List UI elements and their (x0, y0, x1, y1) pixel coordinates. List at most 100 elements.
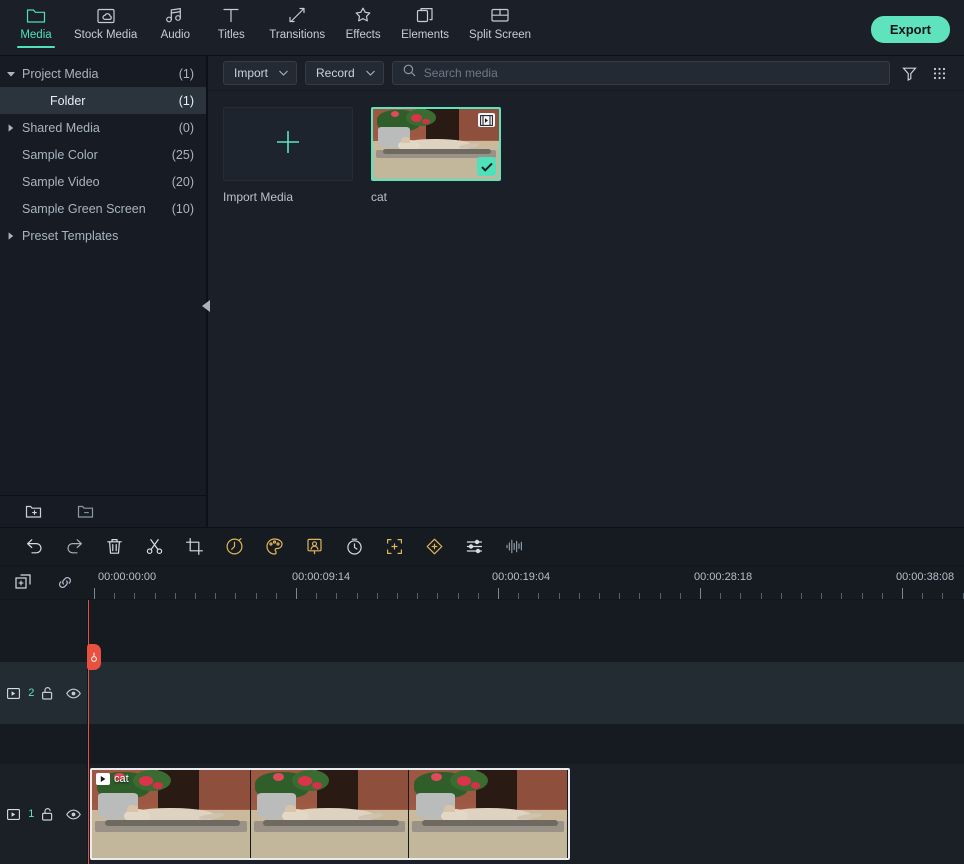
track-row-1: 1 (0, 764, 964, 864)
sidebar-item-sample-green-screen[interactable]: Sample Green Screen(10) (0, 195, 206, 222)
video-track-icon (0, 809, 26, 820)
nav-tab-label: Media (20, 28, 51, 42)
ruler-tick (478, 593, 479, 599)
unlock-icon[interactable] (34, 807, 60, 821)
nav-tab-media[interactable]: Media (8, 0, 64, 42)
record-dropdown[interactable]: Record (305, 61, 384, 85)
ruler-tick (377, 593, 378, 599)
media-thumbnail[interactable] (371, 107, 501, 181)
delete-trash-icon[interactable] (94, 528, 134, 566)
redo-icon[interactable] (54, 528, 94, 566)
split-screen-icon (490, 5, 510, 25)
track-header-2: 2 (0, 662, 88, 724)
chevron-down-icon[interactable] (0, 71, 22, 77)
green-screen-icon[interactable] (294, 528, 334, 566)
nav-tab-label: Transitions (269, 28, 325, 42)
search-container[interactable] (392, 61, 890, 85)
ruler-tick (296, 588, 297, 599)
export-button[interactable]: Export (871, 16, 950, 43)
ruler-tick (276, 593, 277, 599)
selected-check-icon[interactable] (477, 157, 496, 176)
add-track-icon[interactable] (12, 572, 34, 594)
nav-tab-label: Audio (161, 28, 190, 42)
search-input[interactable] (424, 66, 879, 80)
track-header-1: 1 (0, 764, 88, 864)
track-body-top[interactable] (88, 600, 964, 662)
chevron-down-icon (277, 70, 296, 76)
ruler-tick (821, 593, 822, 599)
timeline-ruler-row: 00:00:00:0000:00:09:1400:00:19:0400:00:2… (0, 566, 964, 600)
keyframe-icon[interactable] (414, 528, 454, 566)
video-track-icon (0, 688, 26, 699)
filter-icon[interactable] (898, 62, 920, 84)
ruler-tick (357, 593, 358, 599)
chevron-right-icon[interactable] (0, 232, 22, 240)
import-media-tile[interactable] (223, 107, 353, 181)
sidebar-item-project-media[interactable]: Project Media(1) (0, 60, 206, 87)
sidebar-item-preset-templates[interactable]: Preset Templates (0, 222, 206, 249)
adjust-sliders-icon[interactable] (454, 528, 494, 566)
sidebar-item-count: (1) (179, 67, 194, 81)
timeline-ruler[interactable]: 00:00:00:0000:00:09:1400:00:19:0400:00:2… (88, 566, 964, 599)
sidebar-item-shared-media[interactable]: Shared Media(0) (0, 114, 206, 141)
import-dropdown[interactable]: Import (223, 61, 297, 85)
audio-waveform-icon[interactable] (494, 528, 534, 566)
track-body-2[interactable] (88, 662, 964, 724)
ruler-tick (963, 593, 964, 599)
ruler-tick (862, 593, 863, 599)
nav-tab-stock-media[interactable]: Stock Media (64, 0, 147, 42)
crop-icon[interactable] (174, 528, 214, 566)
unlock-icon[interactable] (34, 686, 60, 700)
nav-tab-titles[interactable]: Titles (203, 0, 259, 42)
ruler-tick (619, 593, 620, 599)
delete-folder-icon[interactable] (74, 501, 96, 523)
effects-sparkle-icon (353, 5, 373, 25)
link-chain-icon[interactable] (54, 572, 76, 594)
color-palette-icon[interactable] (254, 528, 294, 566)
sidebar-item-label: Folder (22, 94, 179, 108)
ruler-tick (518, 593, 519, 599)
nav-tab-label: Effects (346, 28, 381, 42)
split-scissors-icon[interactable] (134, 528, 174, 566)
sidebar-item-folder[interactable]: Folder(1) (0, 87, 206, 114)
ruler-tick (235, 593, 236, 599)
undo-icon[interactable] (14, 528, 54, 566)
import-media-cell[interactable]: Import Media (223, 107, 353, 204)
sidebar-item-label: Preset Templates (22, 229, 194, 243)
sidebar-item-count: (10) (172, 202, 194, 216)
text-t-icon (221, 5, 241, 25)
nav-tab-effects[interactable]: Effects (335, 0, 391, 42)
nav-tab-transitions[interactable]: Transitions (259, 0, 335, 42)
media-item-cat[interactable]: cat (371, 107, 501, 204)
speed-icon[interactable] (214, 528, 254, 566)
ruler-tick (134, 593, 135, 599)
eye-visible-icon[interactable] (61, 809, 87, 820)
film-strip-icon (478, 113, 495, 127)
ruler-tick (579, 593, 580, 599)
new-folder-icon[interactable] (22, 501, 44, 523)
chevron-right-icon[interactable] (0, 124, 22, 132)
search-icon (403, 64, 416, 82)
auto-reframe-icon[interactable] (374, 528, 414, 566)
ruler-tick (761, 593, 762, 599)
nav-tab-elements[interactable]: Elements (391, 0, 459, 42)
ruler-tick (720, 593, 721, 599)
eye-visible-icon[interactable] (61, 688, 87, 699)
sidebar-item-label: Sample Color (22, 148, 172, 162)
video-editor-window: Media Stock Media Audio Titles Transitions Ef… (0, 0, 964, 864)
timeline-clip-cat[interactable]: cat (90, 768, 570, 860)
stabilization-icon[interactable] (334, 528, 374, 566)
ruler-tick (781, 593, 782, 599)
panel-collapse-handle[interactable] (199, 293, 213, 319)
track-body-1[interactable]: cat (88, 764, 964, 864)
ruler-timecode: 00:00:28:18 (694, 571, 752, 583)
nav-tab-split-screen[interactable]: Split Screen (459, 0, 541, 42)
grid-view-icon[interactable] (928, 62, 950, 84)
nav-tab-audio[interactable]: Audio (147, 0, 203, 42)
track-body-gap[interactable] (88, 724, 964, 764)
playhead-handle[interactable] (87, 644, 101, 670)
ruler-timecode: 00:00:00:00 (98, 571, 156, 583)
sidebar-item-sample-color[interactable]: Sample Color(25) (0, 141, 206, 168)
sidebar-item-sample-video[interactable]: Sample Video(20) (0, 168, 206, 195)
ruler-tick (680, 593, 681, 599)
